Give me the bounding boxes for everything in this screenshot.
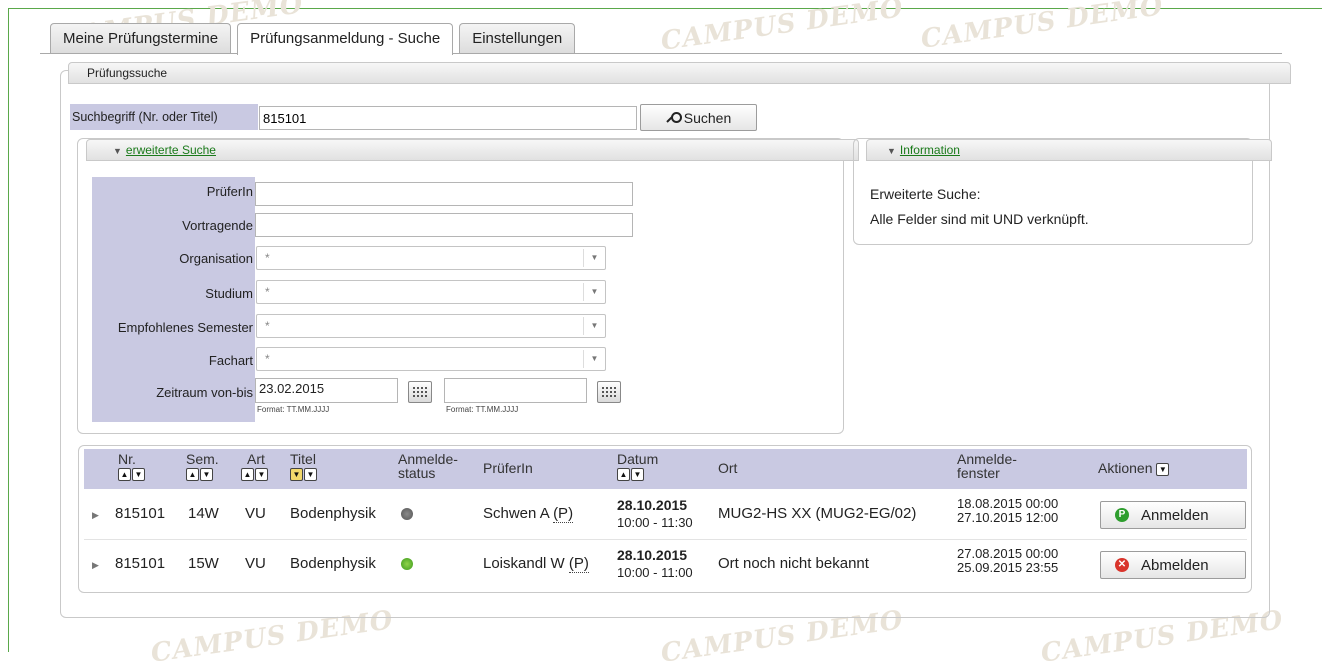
pruefer-role-abbr: (P)	[553, 505, 574, 523]
sort-active-icon[interactable]: ▼	[290, 467, 303, 481]
pruefer-label: PrüferIn	[206, 184, 253, 199]
expand-row-icon[interactable]: ▶	[92, 560, 99, 571]
row-2-anmeldefenster: 27.08.2015 00:00 25.09.2015 23:55	[957, 546, 1059, 575]
date-to-input[interactable]	[444, 378, 587, 403]
row-1-sem: 14W	[188, 505, 219, 522]
row-1-anmeldefenster: 18.08.2015 00:00 27.10.2015 12:00	[957, 496, 1059, 525]
header-aktionen: Aktionen ▼	[1098, 461, 1170, 476]
search-label: Suchbegriff (Nr. oder Titel)	[70, 104, 258, 130]
row-2-pruefer: Loiskandl W (P)	[483, 555, 589, 573]
tab-meine-pruefungstermine[interactable]: Meine Prüfungstermine	[50, 23, 232, 54]
collapse-triangle-icon: ▼	[887, 146, 896, 156]
information-legend: ▼ Information	[866, 139, 1272, 161]
chevron-down-icon: ▼	[583, 249, 605, 267]
information-toggle[interactable]: Information	[900, 143, 960, 157]
row-2-nr: 815101	[115, 555, 166, 572]
sort-asc-icon[interactable]: ▲	[241, 467, 254, 481]
status-check-icon	[401, 558, 413, 570]
row-separator	[84, 539, 1247, 540]
filter-icon[interactable]: ▼	[132, 467, 145, 481]
information-line-2: Alle Felder sind mit UND verknüpft.	[870, 211, 1089, 227]
semester-select-value: *	[265, 319, 270, 333]
row-2-ort: Ort noch nicht bekannt	[718, 555, 869, 572]
pruefer-role-abbr: (P)	[568, 555, 589, 573]
header-nr: Nr. ▲ ▼	[118, 452, 146, 481]
extended-search-toggle[interactable]: erweiterte Suche	[126, 143, 216, 157]
expand-row-icon[interactable]: ▶	[92, 510, 99, 521]
date-from-format-hint: Format: TT.MM.JJJJ	[257, 405, 330, 414]
register-button-label: Anmelden	[1141, 506, 1209, 524]
header-anmeldefenster: Anmelde- fenster	[957, 451, 1017, 481]
row-1-datum: 28.10.2015 10:00 - 11:30	[617, 497, 693, 530]
studium-label: Studium	[205, 286, 253, 301]
row-2-sem: 15W	[188, 555, 219, 572]
search-button[interactable]: Suchen	[640, 104, 757, 131]
header-titel: Titel ▼ ▼	[290, 451, 317, 481]
organisation-select[interactable]: * ▼	[256, 246, 606, 270]
status-grey-icon	[401, 508, 413, 520]
tab-pruefungsanmeldung-suche[interactable]: Prüfungsanmeldung - Suche	[237, 23, 454, 55]
search-input[interactable]	[259, 106, 637, 130]
register-button[interactable]: P Anmelden	[1100, 501, 1246, 529]
row-1-nr: 815101	[115, 505, 166, 522]
row-1-titel: Bodenphysik	[290, 505, 376, 522]
row-2-datum: 28.10.2015 10:00 - 11:00	[617, 547, 693, 580]
organisation-label: Organisation	[179, 251, 253, 266]
filter-icon[interactable]: ▼	[304, 467, 317, 481]
filter-icon[interactable]: ▼	[200, 467, 213, 481]
sort-asc-icon[interactable]: ▲	[617, 467, 630, 481]
header-datum: Datum ▲ ▼	[617, 451, 659, 481]
chevron-down-icon: ▼	[583, 283, 605, 301]
semester-select[interactable]: * ▼	[256, 314, 606, 338]
calendar-icon[interactable]	[597, 381, 621, 403]
filter-icon[interactable]: ▼	[631, 467, 644, 481]
row-1-art: VU	[245, 505, 266, 522]
calendar-icon[interactable]	[408, 381, 432, 403]
chevron-down-icon: ▼	[583, 350, 605, 368]
deregister-button[interactable]: ✕ Abmelden	[1100, 551, 1246, 579]
vortragende-input[interactable]	[255, 213, 633, 237]
tab-bar: Meine Prüfungstermine Prüfungsanmeldung …	[50, 23, 576, 55]
header-art: Art ▲ ▼	[241, 452, 269, 481]
tab-divider	[40, 53, 1282, 54]
filter-icon[interactable]: ▼	[1156, 462, 1170, 476]
search-panel-title: Prüfungssuche	[87, 66, 168, 80]
fachart-label: Fachart	[208, 353, 253, 368]
collapse-triangle-icon: ▼	[113, 146, 122, 156]
search-button-label: Suchen	[683, 109, 732, 126]
tab-einstellungen[interactable]: Einstellungen	[459, 23, 576, 54]
date-from-input[interactable]: 23.02.2015	[255, 378, 398, 403]
row-1-pruefer: Schwen A (P)	[483, 505, 574, 523]
header-anmeldestatus: Anmelde- status	[398, 451, 458, 481]
filter-icon[interactable]: ▼	[255, 467, 268, 481]
fachart-select[interactable]: * ▼	[256, 347, 606, 371]
sort-asc-icon[interactable]: ▲	[118, 467, 131, 481]
pruefer-input[interactable]	[255, 182, 633, 206]
deregister-button-label: Abmelden	[1141, 556, 1209, 574]
studium-select[interactable]: * ▼	[256, 280, 606, 304]
search-icon	[666, 111, 682, 125]
chevron-down-icon: ▼	[583, 317, 605, 335]
semester-label: Empfohlenes Semester	[117, 320, 253, 335]
header-ort: Ort	[718, 460, 738, 476]
information-line-1: Erweiterte Suche:	[870, 186, 981, 202]
deregister-icon: ✕	[1115, 558, 1129, 572]
zeitraum-label: Zeitraum von-bis	[156, 385, 253, 400]
row-1-ort: MUG2-HS XX (MUG2-EG/02)	[718, 505, 917, 522]
studium-select-value: *	[265, 285, 270, 299]
organisation-select-value: *	[265, 251, 270, 265]
search-panel-legend: Prüfungssuche	[68, 62, 1291, 84]
vortragende-label: Vortragende	[182, 218, 253, 233]
fachart-select-value: *	[265, 352, 270, 366]
header-sem: Sem. ▲ ▼	[186, 451, 219, 481]
date-to-format-hint: Format: TT.MM.JJJJ	[446, 405, 519, 414]
extended-search-legend: ▼ erweiterte Suche	[86, 139, 859, 161]
row-2-titel: Bodenphysik	[290, 555, 376, 572]
row-2-art: VU	[245, 555, 266, 572]
header-pruefer: PrüferIn	[483, 460, 533, 476]
register-icon: P	[1115, 508, 1129, 522]
sort-asc-icon[interactable]: ▲	[186, 467, 199, 481]
